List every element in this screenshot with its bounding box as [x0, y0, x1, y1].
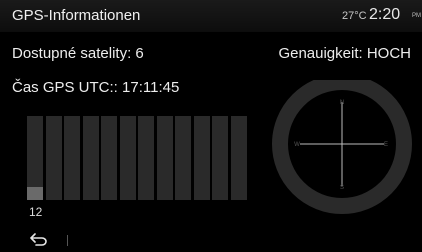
signal-bar — [64, 116, 80, 200]
signal-bar — [119, 116, 136, 200]
gps-accuracy: Genauigkeit: HOCH — [278, 45, 411, 62]
signal-bar — [82, 116, 99, 200]
page-title: GPS-Informationen — [12, 7, 141, 24]
signal-bar-fill — [27, 187, 43, 200]
temperature: 27°C — [342, 10, 367, 22]
signal-bar — [230, 116, 247, 200]
signal-bar — [175, 116, 191, 200]
bottom-divider — [67, 235, 68, 246]
signal-bar — [45, 116, 62, 200]
gps-utc-time: Čas GPS UTC:: 17:11:45 — [12, 79, 180, 96]
compass-west-label: W — [294, 142, 300, 148]
satellite-id-label: 12 — [29, 205, 43, 219]
clock: 2:20 — [369, 6, 401, 23]
signal-bar — [193, 116, 210, 200]
header-bar: GPS-Informationen 27°C 2:20 PM — [0, 0, 422, 32]
signal-bar — [212, 116, 228, 200]
clock-ampm: PM — [412, 13, 421, 19]
signal-bar — [138, 116, 154, 200]
signal-bar — [27, 116, 43, 200]
compass-south-label: S — [340, 185, 344, 191]
signal-bar — [101, 116, 117, 200]
back-arrow-icon[interactable] — [30, 232, 48, 246]
satellite-compass: N S E W — [272, 80, 412, 214]
compass-east-label: E — [384, 142, 388, 148]
signal-bar — [156, 116, 173, 200]
satellites-available: Dostupné satelity: 6 — [12, 45, 144, 62]
compass-north-label: N — [340, 100, 344, 106]
